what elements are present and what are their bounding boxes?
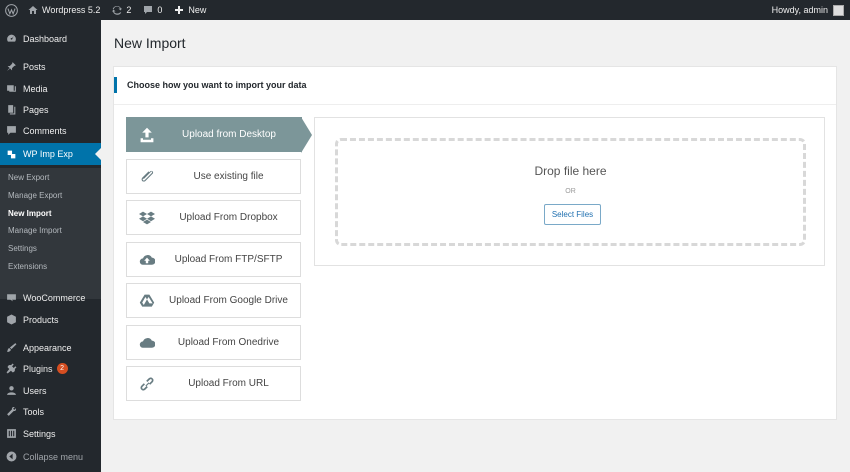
sidebar-item-label: Tools [23,406,45,417]
option-label: Use existing file [193,171,264,182]
settings-sliders-icon [6,428,17,439]
sidebar-item-label: Comments [23,125,67,136]
greeting-label: Howdy, admin [771,5,828,15]
submenu-wp-imp-exp: New Export Manage Export New Import Mana… [0,168,101,299]
sidebar-item-label: Settings [23,428,56,439]
comment-bubble-icon [6,125,17,136]
dropzone-container: Drop file here OR Select Files [314,117,825,266]
sidebar-item-label: Posts [23,61,46,72]
option-url[interactable]: Upload From URL [126,366,301,401]
option-label: Upload From Google Drive [169,295,288,306]
user-icon [6,385,17,396]
media-icon [6,83,17,94]
updates-count: 2 [126,5,132,15]
sidebar-item-settings[interactable]: Settings [0,423,101,444]
comments-link[interactable]: 0 [137,0,168,20]
submenu-item-settings[interactable]: Settings [8,244,37,253]
pages-icon [6,104,17,115]
option-ftp[interactable]: Upload From FTP/SFTP [126,242,301,277]
sidebar-item-tools[interactable]: Tools [0,401,101,422]
file-dropzone[interactable]: Drop file here OR Select Files [335,138,806,246]
submenu-item-new-import[interactable]: New Import [8,209,52,218]
option-label: Upload from Desktop [182,129,276,140]
sidebar-item-woocommerce[interactable]: WooCommerce [0,287,101,308]
plugins-update-badge: 2 [56,363,68,374]
collapse-arrow-icon [6,451,17,462]
section-heading: Choose how you want to import your data [127,80,307,90]
option-dropbox[interactable]: Upload From Dropbox [126,200,301,235]
dropzone-title: Drop file here [534,164,607,178]
comments-count: 0 [157,5,163,15]
option-existing-file[interactable]: Use existing file [126,159,301,194]
option-upload-desktop[interactable]: Upload from Desktop [126,117,312,153]
sidebar-item-label: Media [23,83,48,94]
updates-link[interactable]: 2 [106,0,137,20]
section-accent-bar [114,77,117,93]
sidebar-item-label: Products [23,314,59,325]
submenu-item-extensions[interactable]: Extensions [8,262,47,271]
sidebar-item-dashboard[interactable]: Dashboard [0,28,101,49]
sidebar-item-users[interactable]: Users [0,380,101,401]
admin-sidebar: Dashboard Posts Media Pages Comments WP … [0,20,101,472]
dropzone-or: OR [565,188,576,195]
select-files-button[interactable]: Select Files [544,204,601,225]
sidebar-item-plugins[interactable]: Plugins 2 [0,358,101,379]
sidebar-item-comments[interactable]: Comments [0,120,101,141]
refresh-icon [112,5,123,15]
page-title: New Import [114,35,186,51]
wrench-icon [6,406,17,417]
option-label: Upload From FTP/SFTP [174,254,283,265]
sidebar-item-label: Pages [23,104,49,115]
sidebar-item-media[interactable]: Media [0,78,101,99]
sidebar-item-label: WP Imp Exp [23,149,73,159]
sidebar-item-label: Collapse menu [23,451,84,462]
sidebar-item-products[interactable]: Products [0,309,101,330]
option-google-drive[interactable]: Upload From Google Drive [126,283,301,318]
new-content-link[interactable]: New [168,0,212,20]
submenu-item-new-export[interactable]: New Export [8,173,49,182]
sidebar-item-posts[interactable]: Posts [0,56,101,77]
sidebar-item-appearance[interactable]: Appearance [0,337,101,358]
comment-bubble-icon [143,5,153,15]
site-name-link[interactable]: Wordpress 5.2 [22,0,106,20]
site-name-label: Wordpress 5.2 [42,5,101,15]
submenu-item-manage-import[interactable]: Manage Import [8,226,62,235]
pushpin-icon [6,61,17,72]
sidebar-item-pages[interactable]: Pages [0,99,101,120]
sidebar-item-label: Dashboard [23,33,68,44]
sidebar-item-label: Appearance [23,342,72,353]
plus-icon [174,5,184,15]
plugin-brand-icon [6,149,17,160]
avatar [833,4,844,16]
sidebar-item-wp-imp-exp[interactable]: WP Imp Exp [0,143,101,165]
dashboard-icon [6,33,17,44]
admin-bar: Wordpress 5.2 2 0 New Howdy, admin [0,0,850,20]
section-header: Choose how you want to import your data [114,77,836,105]
home-icon [28,5,38,15]
wordpress-logo-icon[interactable] [0,0,22,20]
sidebar-item-label: Users [23,385,47,396]
sidebar-item-label: WooCommerce [23,292,86,303]
plug-icon [6,363,17,374]
submenu-item-manage-export[interactable]: Manage Export [8,191,62,200]
sidebar-item-label: Plugins [23,363,53,374]
woocommerce-icon [6,292,17,303]
option-label: Upload From Onedrive [177,337,280,348]
new-label: New [188,5,207,15]
archive-box-icon [6,314,17,325]
import-panel: Choose how you want to import your data … [113,66,837,420]
collapse-menu-button[interactable]: Collapse menu [0,446,101,467]
option-label: Upload From Dropbox [179,212,278,223]
account-menu[interactable]: Howdy, admin [766,0,850,20]
option-label: Upload From URL [188,378,269,389]
paintbrush-icon [6,342,17,353]
option-onedrive[interactable]: Upload From Onedrive [126,325,301,360]
